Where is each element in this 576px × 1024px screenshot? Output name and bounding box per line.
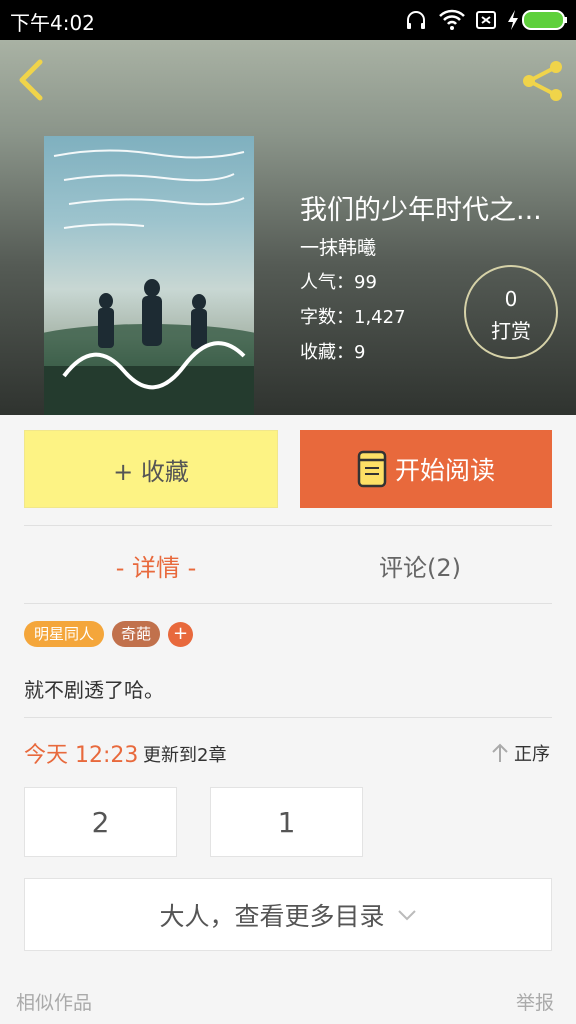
start-reading-button[interactable]: 开始阅读 [300, 430, 552, 508]
tab-comments[interactable]: 评论(2) [288, 548, 552, 583]
status-bar: 下午4:02 [0, 0, 576, 40]
tab-detail[interactable]: - 详情 - [24, 548, 288, 583]
update-status: 更新到2章 [143, 745, 227, 766]
book-cover[interactable] [44, 136, 254, 415]
status-time: 下午4:02 [10, 11, 95, 35]
word-count-stat: 字数：1,427 [300, 307, 406, 328]
divider [24, 717, 552, 718]
popularity-stat: 人气：99 [300, 272, 377, 293]
divider [24, 603, 552, 604]
book-title: 我们的少年时代之... [300, 195, 542, 226]
cover-illustration [44, 149, 254, 415]
chevron-down-icon [397, 909, 416, 920]
start-reading-label: 开始阅读 [394, 456, 495, 485]
tip-count: 0 [504, 287, 518, 311]
add-favorite-button[interactable]: + 收藏 [24, 430, 278, 508]
charging-icon [508, 10, 518, 30]
report-link[interactable]: 举报 [516, 988, 554, 1015]
arrow-up-icon [492, 743, 508, 762]
more-catalog-button[interactable]: 大人，查看更多目录 [24, 878, 552, 951]
chapter-item[interactable]: 2 [24, 787, 177, 857]
no-sim-icon [476, 11, 496, 29]
tip-button[interactable]: 0 打赏 [464, 265, 558, 359]
book-author[interactable]: 一抹韩曦 [300, 233, 376, 260]
share-icon[interactable] [520, 58, 566, 104]
tag-badge[interactable]: 明星同人 [24, 621, 104, 647]
headphones-icon [407, 11, 425, 29]
more-catalog-label: 大人，查看更多目录 [159, 901, 385, 931]
tag-badge[interactable]: 奇葩 [112, 621, 160, 647]
divider [24, 525, 552, 526]
tip-label: 打赏 [491, 319, 531, 343]
add-tag-button[interactable]: + [168, 622, 193, 647]
book-icon [357, 450, 387, 488]
favorites-stat: 收藏：9 [300, 342, 366, 363]
sort-label: 正序 [514, 744, 550, 765]
sort-toggle[interactable]: 正序 [490, 740, 550, 766]
update-time: 今天 12:23 [24, 743, 139, 768]
book-description: 就不剧透了哈。 [24, 678, 164, 702]
add-favorite-label: + 收藏 [113, 457, 189, 486]
wifi-icon [439, 9, 465, 30]
book-header: 我们的少年时代之... 一抹韩曦 人气：99 字数：1,427 收藏：9 0 打… [0, 40, 576, 415]
chapter-item[interactable]: 1 [210, 787, 363, 857]
battery-icon [522, 10, 567, 30]
similar-works-label: 相似作品 [16, 992, 93, 1014]
back-arrow-icon[interactable] [14, 58, 50, 102]
